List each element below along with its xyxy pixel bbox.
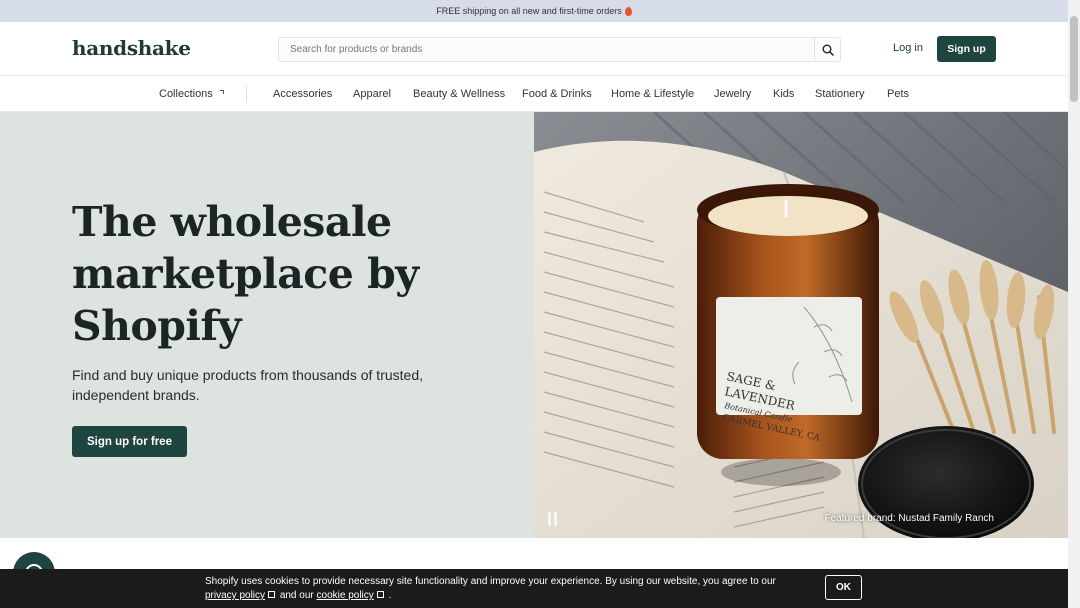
nav-item-pets[interactable]: Pets: [887, 88, 909, 100]
search-input[interactable]: [279, 38, 816, 61]
signup-button[interactable]: Sign up: [937, 36, 996, 62]
external-link-icon: [268, 591, 276, 598]
category-nav: Collections Accessories Apparel Beauty &…: [0, 76, 1068, 112]
hero-title: The wholesale marketplace by Shopify: [72, 198, 419, 350]
cookie-message: Shopify uses cookies to provide necessar…: [205, 575, 805, 603]
pause-icon: [548, 512, 551, 526]
nav-collections[interactable]: Collections: [159, 88, 224, 100]
external-link-icon: [376, 591, 384, 598]
cookie-text: Shopify uses cookies to provide necessar…: [205, 576, 776, 587]
scrollbar-thumb[interactable]: [1070, 16, 1078, 102]
candle-photo: SAGE & LAVENDER Botanical Candle CARMEL …: [534, 112, 1068, 538]
nav-item-accessories[interactable]: Accessories: [273, 88, 332, 100]
logo[interactable]: handshake: [72, 36, 191, 60]
nav-item-jewelry[interactable]: Jewelry: [714, 88, 751, 100]
nav-item-kids[interactable]: Kids: [773, 88, 794, 100]
search-bar: [278, 37, 841, 62]
nav-item-stationery[interactable]: Stationery: [815, 88, 865, 100]
nav-item-beauty-wellness[interactable]: Beauty & Wellness: [413, 88, 505, 100]
cookie-policy-link[interactable]: cookie policy: [317, 590, 374, 601]
hero-text-panel: The wholesale marketplace by Shopify Fin…: [0, 112, 534, 538]
hero-subtitle: Find and buy unique products from thousa…: [72, 367, 423, 403]
nav-divider: [246, 86, 247, 102]
search-icon: [822, 44, 834, 56]
announcement-bar: FREE shipping on all new and first-time …: [0, 0, 1068, 22]
cookie-end-text: .: [388, 590, 392, 601]
pause-button[interactable]: [548, 512, 558, 526]
chevron-down-icon: [219, 90, 224, 94]
announcement-text: FREE shipping on all new and first-time …: [436, 6, 622, 16]
featured-brand-caption: Featured brand: Nustad Family Ranch: [824, 513, 994, 524]
hero-image: SAGE & LAVENDER Botanical Candle CARMEL …: [534, 112, 1068, 538]
search-button[interactable]: [814, 38, 840, 61]
cookie-ok-button[interactable]: OK: [825, 575, 862, 600]
fire-icon: [624, 6, 632, 16]
scrollbar[interactable]: [1068, 0, 1080, 608]
nav-item-apparel[interactable]: Apparel: [353, 88, 391, 100]
nav-item-food-drinks[interactable]: Food & Drinks: [522, 88, 592, 100]
nav-item-home-lifestyle[interactable]: Home & Lifestyle: [611, 88, 694, 100]
privacy-policy-link[interactable]: privacy policy: [205, 590, 265, 601]
cookie-and-text: and our: [279, 590, 314, 601]
signup-free-button[interactable]: Sign up for free: [72, 426, 187, 457]
login-link[interactable]: Log in: [893, 42, 923, 54]
nav-collections-label: Collections: [159, 88, 213, 100]
site-header: handshake Log in Sign up: [0, 22, 1068, 76]
cookie-banner: Shopify uses cookies to provide necessar…: [0, 569, 1068, 608]
